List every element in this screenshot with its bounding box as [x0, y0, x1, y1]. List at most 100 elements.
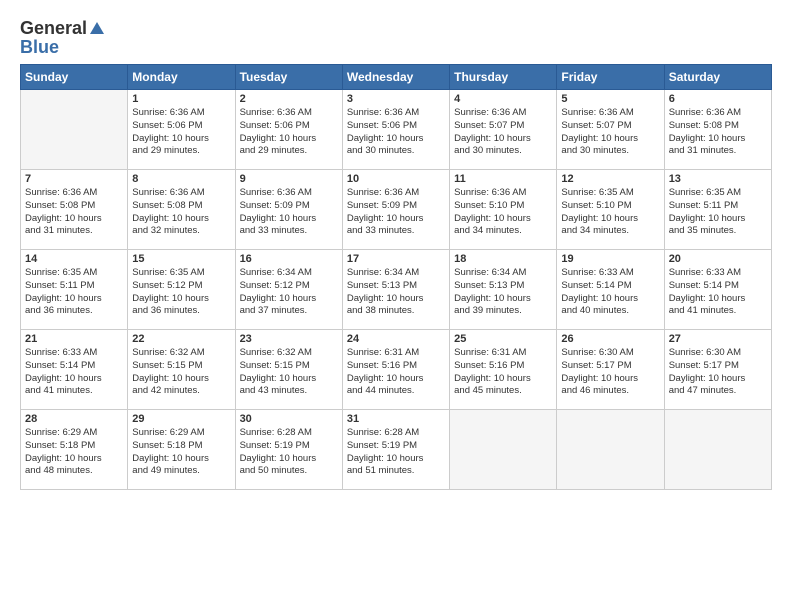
day-number: 26 — [561, 333, 659, 345]
calendar-cell: 24 Sunrise: 6:31 AM Sunset: 5:16 PM Dayli… — [342, 330, 449, 410]
calendar-cell: 31Sunrise: 6:28 AM Sunset: 5:19 PM Dayli… — [342, 410, 449, 490]
calendar-cell: 29Sunrise: 6:29 AM Sunset: 5:18 PM Dayli… — [128, 410, 235, 490]
calendar-cell: 27Sunrise: 6:30 AM Sunset: 5:17 PM Dayli… — [664, 330, 771, 410]
day-info: Sunrise: 6:33 AM Sunset: 5:14 PM Dayligh… — [561, 267, 659, 318]
calendar-cell: 18 Sunrise: 6:34 AM Sunset: 5:13 PM Dayli… — [450, 250, 557, 330]
day-info: Sunrise: 6:36 AM Sunset: 5:06 PM Dayligh… — [240, 107, 338, 158]
calendar-cell: 15 Sunrise: 6:35 AM Sunset: 5:12 PM Dayli… — [128, 250, 235, 330]
calendar-cell: 2Sunrise: 6:36 AM Sunset: 5:06 PM Daylig… — [235, 90, 342, 170]
day-info: Sunrise: 6:36 AM Sunset: 5:09 PM Dayligh… — [240, 187, 338, 238]
day-info: Sunrise: 6:28 AM Sunset: 5:19 PM Dayligh… — [240, 427, 338, 478]
day-info: Sunrise: 6:36 AM Sunset: 5:08 PM Dayligh… — [132, 187, 230, 238]
calendar-cell: 9 Sunrise: 6:36 AM Sunset: 5:09 PM Daylig… — [235, 170, 342, 250]
calendar-cell: 28 Sunrise: 6:29 AM Sunset: 5:18 PM Dayli… — [21, 410, 128, 490]
calendar-cell — [21, 90, 128, 170]
day-number: 12 — [561, 173, 659, 185]
calendar-cell: 8 Sunrise: 6:36 AM Sunset: 5:08 PM Daylig… — [128, 170, 235, 250]
day-number: 4 — [454, 93, 552, 105]
day-info: Sunrise: 6:35 AM Sunset: 5:11 PM Dayligh… — [669, 187, 767, 238]
calendar-cell: 1 Sunrise: 6:36 AM Sunset: 5:06 PM Daylig… — [128, 90, 235, 170]
day-info: Sunrise: 6:31 AM Sunset: 5:16 PM Dayligh… — [454, 347, 552, 398]
day-number: 17 — [347, 253, 445, 265]
day-number: 5 — [561, 93, 659, 105]
day-info: Sunrise: 6:36 AM Sunset: 5:06 PM Dayligh… — [347, 107, 445, 158]
day-number: 16 — [240, 253, 338, 265]
day-number: 24 — [347, 333, 445, 345]
day-number: 8 — [132, 173, 230, 185]
header: General Blue — [20, 18, 772, 58]
calendar-header-monday: Monday — [128, 65, 235, 90]
day-number: 9 — [240, 173, 338, 185]
page: General Blue SundayMondayTuesdayWednesda… — [0, 0, 792, 500]
calendar-header-saturday: Saturday — [664, 65, 771, 90]
calendar-cell: 19 Sunrise: 6:33 AM Sunset: 5:14 PM Dayli… — [557, 250, 664, 330]
day-number: 28 — [25, 413, 123, 425]
calendar-cell: 25 Sunrise: 6:31 AM Sunset: 5:16 PM Dayli… — [450, 330, 557, 410]
day-info: Sunrise: 6:32 AM Sunset: 5:15 PM Dayligh… — [240, 347, 338, 398]
calendar-cell: 12 Sunrise: 6:35 AM Sunset: 5:10 PM Dayli… — [557, 170, 664, 250]
calendar-cell: 17Sunrise: 6:34 AM Sunset: 5:13 PM Dayli… — [342, 250, 449, 330]
calendar-cell — [450, 410, 557, 490]
day-info: Sunrise: 6:36 AM Sunset: 5:08 PM Dayligh… — [25, 187, 123, 238]
day-number: 21 — [25, 333, 123, 345]
calendar-cell — [557, 410, 664, 490]
day-info: Sunrise: 6:28 AM Sunset: 5:19 PM Dayligh… — [347, 427, 445, 478]
calendar-table: SundayMondayTuesdayWednesdayThursdayFrid… — [20, 64, 772, 490]
calendar-header-row: SundayMondayTuesdayWednesdayThursdayFrid… — [21, 65, 772, 90]
day-number: 19 — [561, 253, 659, 265]
calendar-header-thursday: Thursday — [450, 65, 557, 90]
day-info: Sunrise: 6:35 AM Sunset: 5:10 PM Dayligh… — [561, 187, 659, 238]
day-number: 1 — [132, 93, 230, 105]
calendar-cell: 5Sunrise: 6:36 AM Sunset: 5:07 PM Daylig… — [557, 90, 664, 170]
day-number: 11 — [454, 173, 552, 185]
day-number: 25 — [454, 333, 552, 345]
day-info: Sunrise: 6:30 AM Sunset: 5:17 PM Dayligh… — [561, 347, 659, 398]
logo-blue: Blue — [20, 37, 59, 58]
calendar-week-3: 14Sunrise: 6:35 AM Sunset: 5:11 PM Dayli… — [21, 250, 772, 330]
day-number: 14 — [25, 253, 123, 265]
calendar-cell: 26 Sunrise: 6:30 AM Sunset: 5:17 PM Dayli… — [557, 330, 664, 410]
day-number: 3 — [347, 93, 445, 105]
calendar-cell: 30Sunrise: 6:28 AM Sunset: 5:19 PM Dayli… — [235, 410, 342, 490]
day-number: 15 — [132, 253, 230, 265]
logo-general: General — [20, 18, 87, 39]
calendar-cell: 4 Sunrise: 6:36 AM Sunset: 5:07 PM Daylig… — [450, 90, 557, 170]
calendar-week-2: 7 Sunrise: 6:36 AM Sunset: 5:08 PM Daylig… — [21, 170, 772, 250]
calendar-header-tuesday: Tuesday — [235, 65, 342, 90]
calendar-cell: 13Sunrise: 6:35 AM Sunset: 5:11 PM Dayli… — [664, 170, 771, 250]
calendar-cell — [664, 410, 771, 490]
calendar-week-4: 21Sunrise: 6:33 AM Sunset: 5:14 PM Dayli… — [21, 330, 772, 410]
day-info: Sunrise: 6:35 AM Sunset: 5:12 PM Dayligh… — [132, 267, 230, 318]
day-info: Sunrise: 6:32 AM Sunset: 5:15 PM Dayligh… — [132, 347, 230, 398]
calendar-cell: 16 Sunrise: 6:34 AM Sunset: 5:12 PM Dayli… — [235, 250, 342, 330]
calendar-cell: 11 Sunrise: 6:36 AM Sunset: 5:10 PM Dayli… — [450, 170, 557, 250]
day-number: 20 — [669, 253, 767, 265]
calendar-cell: 21Sunrise: 6:33 AM Sunset: 5:14 PM Dayli… — [21, 330, 128, 410]
day-info: Sunrise: 6:36 AM Sunset: 5:08 PM Dayligh… — [669, 107, 767, 158]
calendar-cell: 3 Sunrise: 6:36 AM Sunset: 5:06 PM Daylig… — [342, 90, 449, 170]
day-number: 7 — [25, 173, 123, 185]
day-info: Sunrise: 6:33 AM Sunset: 5:14 PM Dayligh… — [669, 267, 767, 318]
calendar-header-sunday: Sunday — [21, 65, 128, 90]
day-info: Sunrise: 6:29 AM Sunset: 5:18 PM Dayligh… — [132, 427, 230, 478]
calendar-cell: 7 Sunrise: 6:36 AM Sunset: 5:08 PM Daylig… — [21, 170, 128, 250]
day-number: 23 — [240, 333, 338, 345]
day-info: Sunrise: 6:36 AM Sunset: 5:09 PM Dayligh… — [347, 187, 445, 238]
calendar-cell: 14Sunrise: 6:35 AM Sunset: 5:11 PM Dayli… — [21, 250, 128, 330]
calendar-header-friday: Friday — [557, 65, 664, 90]
day-number: 18 — [454, 253, 552, 265]
calendar-week-5: 28 Sunrise: 6:29 AM Sunset: 5:18 PM Dayli… — [21, 410, 772, 490]
day-info: Sunrise: 6:36 AM Sunset: 5:10 PM Dayligh… — [454, 187, 552, 238]
day-info: Sunrise: 6:36 AM Sunset: 5:06 PM Dayligh… — [132, 107, 230, 158]
day-info: Sunrise: 6:29 AM Sunset: 5:18 PM Dayligh… — [25, 427, 123, 478]
calendar-header-wednesday: Wednesday — [342, 65, 449, 90]
day-info: Sunrise: 6:36 AM Sunset: 5:07 PM Dayligh… — [454, 107, 552, 158]
day-info: Sunrise: 6:31 AM Sunset: 5:16 PM Dayligh… — [347, 347, 445, 398]
logo-icon — [88, 20, 106, 38]
day-number: 22 — [132, 333, 230, 345]
calendar-cell: 10 Sunrise: 6:36 AM Sunset: 5:09 PM Dayli… — [342, 170, 449, 250]
day-info: Sunrise: 6:34 AM Sunset: 5:12 PM Dayligh… — [240, 267, 338, 318]
day-number: 10 — [347, 173, 445, 185]
day-info: Sunrise: 6:34 AM Sunset: 5:13 PM Dayligh… — [454, 267, 552, 318]
calendar-cell: 6Sunrise: 6:36 AM Sunset: 5:08 PM Daylig… — [664, 90, 771, 170]
